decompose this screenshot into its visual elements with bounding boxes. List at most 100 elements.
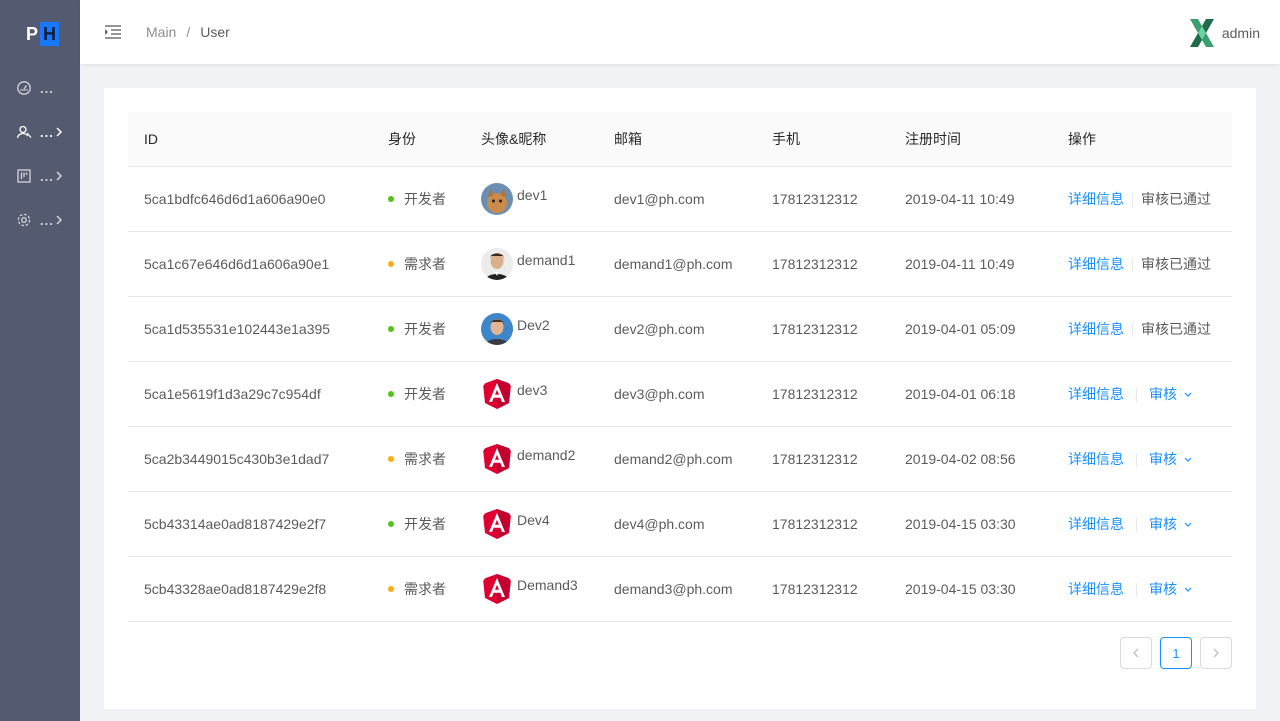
- avatar: [481, 443, 513, 475]
- logo-letter-h: H: [40, 22, 59, 46]
- table-row: 5cb43314ae0ad8187429e2f7 开发者 Dev4 dev4@ph.c…: [128, 491, 1232, 557]
- users-icon: [16, 125, 32, 139]
- cell-actions: 详细信息 审核: [1052, 426, 1232, 492]
- cell-email: dev2@ph.com: [598, 296, 756, 362]
- cell-id: 5ca1d535531e102443e1a395: [128, 296, 372, 362]
- sidebar-item-dashboard[interactable]: ...: [0, 68, 80, 108]
- avatar: [481, 573, 513, 605]
- review-label: 审核: [1149, 515, 1177, 532]
- review-dropdown[interactable]: 审核: [1149, 516, 1193, 532]
- sidebar-item-label: ...: [40, 124, 54, 140]
- column-header-email: 邮箱: [598, 112, 756, 167]
- column-header-id: ID: [128, 112, 372, 167]
- nickname: Dev2: [517, 316, 550, 333]
- review-label: 审核: [1149, 450, 1177, 467]
- breadcrumb-user: User: [200, 24, 230, 40]
- chevron-down-icon: [1184, 587, 1192, 592]
- nickname: dev3: [517, 381, 548, 398]
- sidebar-item-board[interactable]: ...: [0, 156, 80, 196]
- cell-register-time: 2019-04-01 05:09: [889, 296, 1052, 362]
- username: admin: [1221, 25, 1260, 41]
- cell-register-time: 2019-04-11 10:49: [889, 231, 1052, 297]
- cell-avatar-nickname: Demand3: [465, 556, 598, 622]
- role-label: 需求者: [404, 255, 446, 272]
- sidebar-item-users[interactable]: ...: [0, 112, 80, 152]
- avatar: [481, 247, 513, 280]
- cell-actions: 详细信息 审核已通过: [1052, 231, 1232, 297]
- role-label: 开发者: [404, 385, 446, 402]
- review-dropdown[interactable]: 审核: [1149, 451, 1193, 467]
- detail-link[interactable]: 详细信息: [1068, 191, 1124, 207]
- breadcrumb-separator: /: [186, 24, 191, 40]
- role-status-dot: [388, 390, 394, 397]
- angular-logo-icon: [483, 508, 511, 539]
- pagination-page-1[interactable]: 1: [1160, 637, 1192, 669]
- action-divider: [1136, 387, 1137, 402]
- cell-avatar-nickname: demand2: [465, 426, 598, 492]
- cell-email: dev3@ph.com: [598, 361, 756, 427]
- detail-link[interactable]: 详细信息: [1068, 321, 1124, 337]
- nickname: dev1: [517, 186, 548, 203]
- approval-status: 审核已通过: [1141, 320, 1211, 337]
- cell-phone: 17812312312: [756, 491, 889, 557]
- table-row: 5ca2b3449015c430b3e1dad7 需求者 demand2 demand…: [128, 426, 1232, 492]
- avatar: [481, 378, 513, 410]
- cell-role: 需求者: [372, 426, 465, 492]
- cell-email: demand1@ph.com: [598, 231, 756, 297]
- sidebar-item-label: ...: [40, 212, 54, 228]
- sidebar-item-settings[interactable]: ...: [0, 200, 80, 240]
- menu-unfold-icon[interactable]: [104, 24, 122, 40]
- action-divider: [1132, 322, 1133, 337]
- action-divider: [1136, 517, 1137, 532]
- sidebar-item-label: ...: [40, 168, 54, 184]
- role-status-dot: [388, 195, 394, 202]
- role-label: 开发者: [404, 515, 446, 532]
- avatar: [481, 312, 513, 345]
- detail-link[interactable]: 详细信息: [1068, 386, 1124, 402]
- cell-phone: 17812312312: [756, 556, 889, 622]
- action-divider: [1132, 257, 1133, 272]
- user-menu[interactable]: admin: [1188, 18, 1260, 48]
- cell-email: dev4@ph.com: [598, 491, 756, 557]
- dashboard-icon: [17, 81, 31, 95]
- cell-actions: 详细信息 审核: [1052, 556, 1232, 622]
- sidebar-item-label: ...: [40, 80, 54, 96]
- detail-link[interactable]: 详细信息: [1068, 581, 1124, 597]
- pagination-next-button[interactable]: [1200, 637, 1232, 669]
- nickname: demand2: [517, 446, 576, 463]
- review-label: 审核: [1149, 385, 1177, 402]
- chevron-down-icon: [1184, 457, 1192, 462]
- user-table-card: ID 身份 头像&昵称 邮箱 手机 注册时间 操作 5ca1bdfc646d6d…: [104, 88, 1256, 709]
- role-label: 开发者: [404, 190, 446, 207]
- table-row: 5ca1e5619f1d3a29c7c954df 开发者 dev3 dev3@ph.c…: [128, 361, 1232, 427]
- cell-role: 开发者: [372, 361, 465, 427]
- detail-link[interactable]: 详细信息: [1068, 516, 1124, 532]
- table-row: 5ca1c67e646d6d1a606a90e1 需求者 demand1 demand…: [128, 231, 1232, 297]
- cell-actions: 详细信息 审核已通过: [1052, 296, 1232, 362]
- app-logo[interactable]: P H: [24, 22, 59, 46]
- detail-link[interactable]: 详细信息: [1068, 451, 1124, 467]
- cell-actions: 详细信息 审核: [1052, 361, 1232, 427]
- cell-role: 需求者: [372, 556, 465, 622]
- nickname: Demand3: [517, 576, 578, 593]
- cell-actions: 详细信息 审核: [1052, 491, 1232, 557]
- pagination-prev-button[interactable]: [1120, 637, 1152, 669]
- cell-phone: 17812312312: [756, 296, 889, 362]
- pagination: 1: [1112, 637, 1232, 669]
- avatar: [481, 182, 513, 215]
- cell-register-time: 2019-04-01 06:18: [889, 361, 1052, 427]
- review-dropdown[interactable]: 审核: [1149, 581, 1193, 597]
- cell-role: 开发者: [372, 296, 465, 362]
- cell-register-time: 2019-04-15 03:30: [889, 491, 1052, 557]
- role-status-dot: [388, 260, 394, 267]
- review-dropdown[interactable]: 审核: [1149, 386, 1193, 402]
- cell-register-time: 2019-04-15 03:30: [889, 556, 1052, 622]
- cell-role: 开发者: [372, 491, 465, 557]
- role-label: 需求者: [404, 580, 446, 597]
- approval-status: 审核已通过: [1141, 255, 1211, 272]
- action-divider: [1136, 582, 1137, 597]
- breadcrumb: Main / User: [146, 24, 230, 40]
- breadcrumb-main[interactable]: Main: [146, 24, 176, 40]
- detail-link[interactable]: 详细信息: [1068, 256, 1124, 272]
- cell-email: demand2@ph.com: [598, 426, 756, 492]
